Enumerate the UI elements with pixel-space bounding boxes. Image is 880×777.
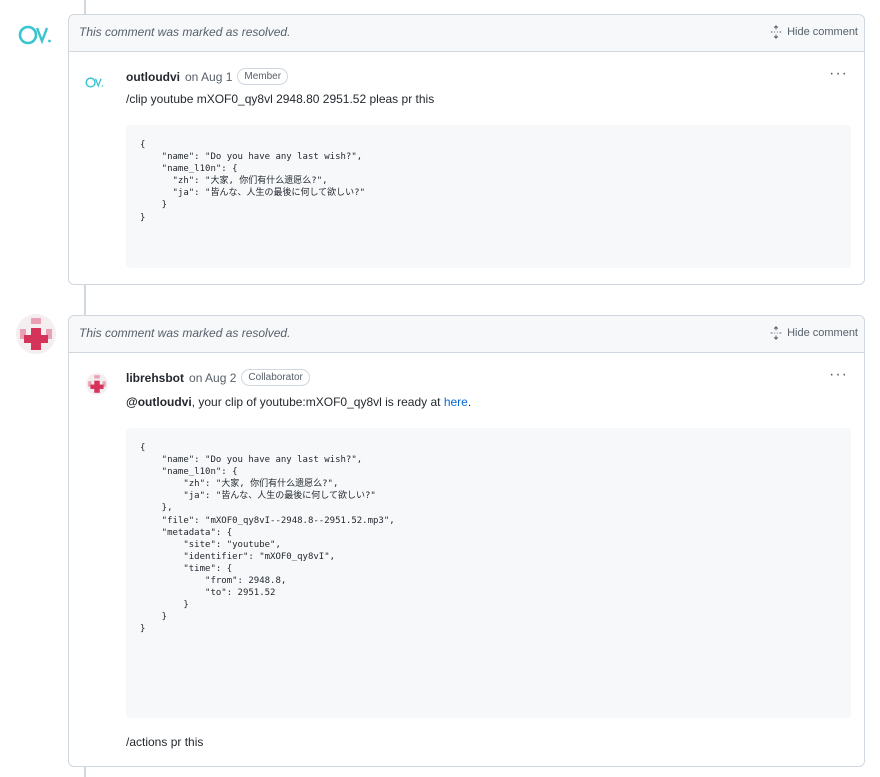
comment-header: This comment was marked as resolved. Hid… (69, 316, 864, 353)
librehsbot-avatar[interactable] (16, 314, 56, 354)
author-link[interactable]: outloudvi (126, 70, 180, 84)
mention-link[interactable]: @outloudvi (126, 395, 192, 409)
comment-body: /clip youtube mXOF0_qy8vl 2948.80 2951.5… (126, 92, 435, 106)
code-block: { "name": "Do you have any last wish?", … (126, 125, 851, 268)
comment-date[interactable]: on Aug 1 (185, 70, 232, 84)
comment-footer-text: /actions pr this (126, 735, 204, 749)
bot-avatar-icon (86, 373, 108, 395)
body-text-middle: , your clip of youtube:mXOF0_qy8vl is re… (191, 395, 444, 409)
timeline-line (84, 284, 86, 316)
comment-card: This comment was marked as resolved. Hid… (68, 14, 865, 285)
comment-meta: librehsbot on Aug 2 Collaborator (126, 369, 310, 386)
comment-card: This comment was marked as resolved. Hid… (68, 315, 865, 767)
bot-avatar-icon (16, 314, 56, 354)
resolved-notice: This comment was marked as resolved. (79, 326, 291, 340)
comment-meta: outloudvi on Aug 1 Member (126, 68, 289, 85)
outloudvi-avatar[interactable] (16, 14, 56, 54)
unfold-icon (770, 326, 782, 340)
role-badge: Collaborator (241, 369, 310, 386)
hide-comment-label: Hide comment (787, 26, 858, 38)
hide-comment-label: Hide comment (787, 327, 858, 339)
timeline-line (84, 766, 86, 777)
role-badge: Member (237, 68, 289, 85)
kebab-icon[interactable]: ··· (829, 366, 848, 384)
ov-logo-icon (84, 71, 106, 93)
kebab-icon[interactable]: ··· (829, 65, 848, 83)
code-block: { "name": "Do you have any last wish?", … (126, 428, 851, 718)
body-text-end: . (467, 395, 472, 409)
clip-link[interactable]: here (444, 395, 468, 409)
hide-comment-button[interactable]: Hide comment (769, 25, 858, 39)
timeline-line (84, 0, 86, 14)
hide-comment-button[interactable]: Hide comment (769, 326, 858, 340)
comment-date[interactable]: on Aug 2 (189, 371, 236, 385)
resolved-notice: This comment was marked as resolved. (79, 25, 291, 39)
unfold-icon (770, 25, 782, 39)
author-avatar[interactable] (86, 373, 108, 395)
author-avatar[interactable] (84, 71, 106, 93)
comment-header: This comment was marked as resolved. Hid… (69, 15, 864, 52)
comment-body: @outloudvi, your clip of youtube:mXOF0_q… (126, 395, 471, 409)
author-link[interactable]: librehsbot (126, 371, 184, 385)
ov-logo-icon (16, 14, 56, 54)
